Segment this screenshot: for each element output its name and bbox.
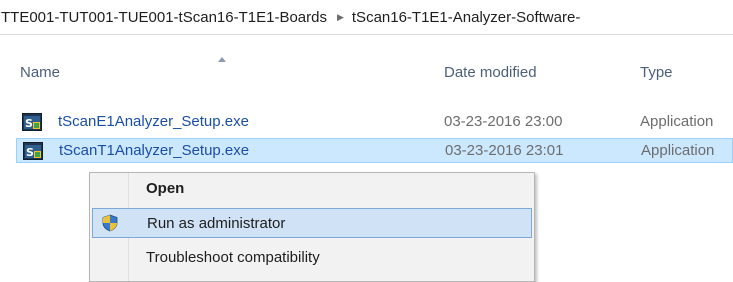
column-header-type[interactable]: Type xyxy=(640,64,673,81)
breadcrumb-item-analyzer-software[interactable]: tScan16-T1E1-Analyzer-Software- xyxy=(348,9,584,26)
file-name: tScanT1Analyzer_Setup.exe xyxy=(59,142,250,159)
file-row[interactable]: S tScanE1Analyzer_Setup.exe 03-23-2016 2… xyxy=(16,110,733,135)
column-header-date-modified[interactable]: Date modified xyxy=(444,64,537,81)
application-installer-icon: S xyxy=(23,142,43,160)
svg-text:S: S xyxy=(26,146,34,159)
menu-item-troubleshoot-compatibility[interactable]: Troubleshoot compatibility xyxy=(92,243,532,273)
svg-text:S: S xyxy=(25,117,33,130)
file-name: tScanE1Analyzer_Setup.exe xyxy=(58,113,249,130)
uac-shield-icon xyxy=(102,214,118,232)
menu-item-open[interactable]: Open xyxy=(92,174,532,204)
file-date-modified: 03-23-2016 23:01 xyxy=(445,142,564,159)
file-type: Application xyxy=(640,113,714,130)
menu-item-label: Troubleshoot compatibility xyxy=(146,249,320,266)
menu-item-label: Open xyxy=(146,180,185,197)
breadcrumb-item-boards[interactable]: TTE001-TUT001-TUE001-tScan16-T1E1-Boards xyxy=(0,9,331,26)
context-menu: Open Run as administrator Troubleshoot c… xyxy=(89,172,535,282)
file-row-selected[interactable]: S tScanT1Analyzer_Setup.exe 03-23-2016 2… xyxy=(16,138,733,163)
file-type: Application xyxy=(641,142,715,159)
breadcrumb: TTE001-TUT001-TUE001-tScan16-T1E1-Boards… xyxy=(0,0,733,35)
application-installer-icon: S xyxy=(22,113,42,131)
column-header-name[interactable]: Name xyxy=(20,64,60,81)
sort-ascending-icon xyxy=(218,57,226,62)
breadcrumb-separator-icon[interactable]: ▶ xyxy=(331,12,348,23)
menu-item-label: Run as administrator xyxy=(147,215,286,232)
menu-item-run-as-administrator[interactable]: Run as administrator xyxy=(92,208,532,238)
file-date-modified: 03-23-2016 23:00 xyxy=(444,113,563,130)
